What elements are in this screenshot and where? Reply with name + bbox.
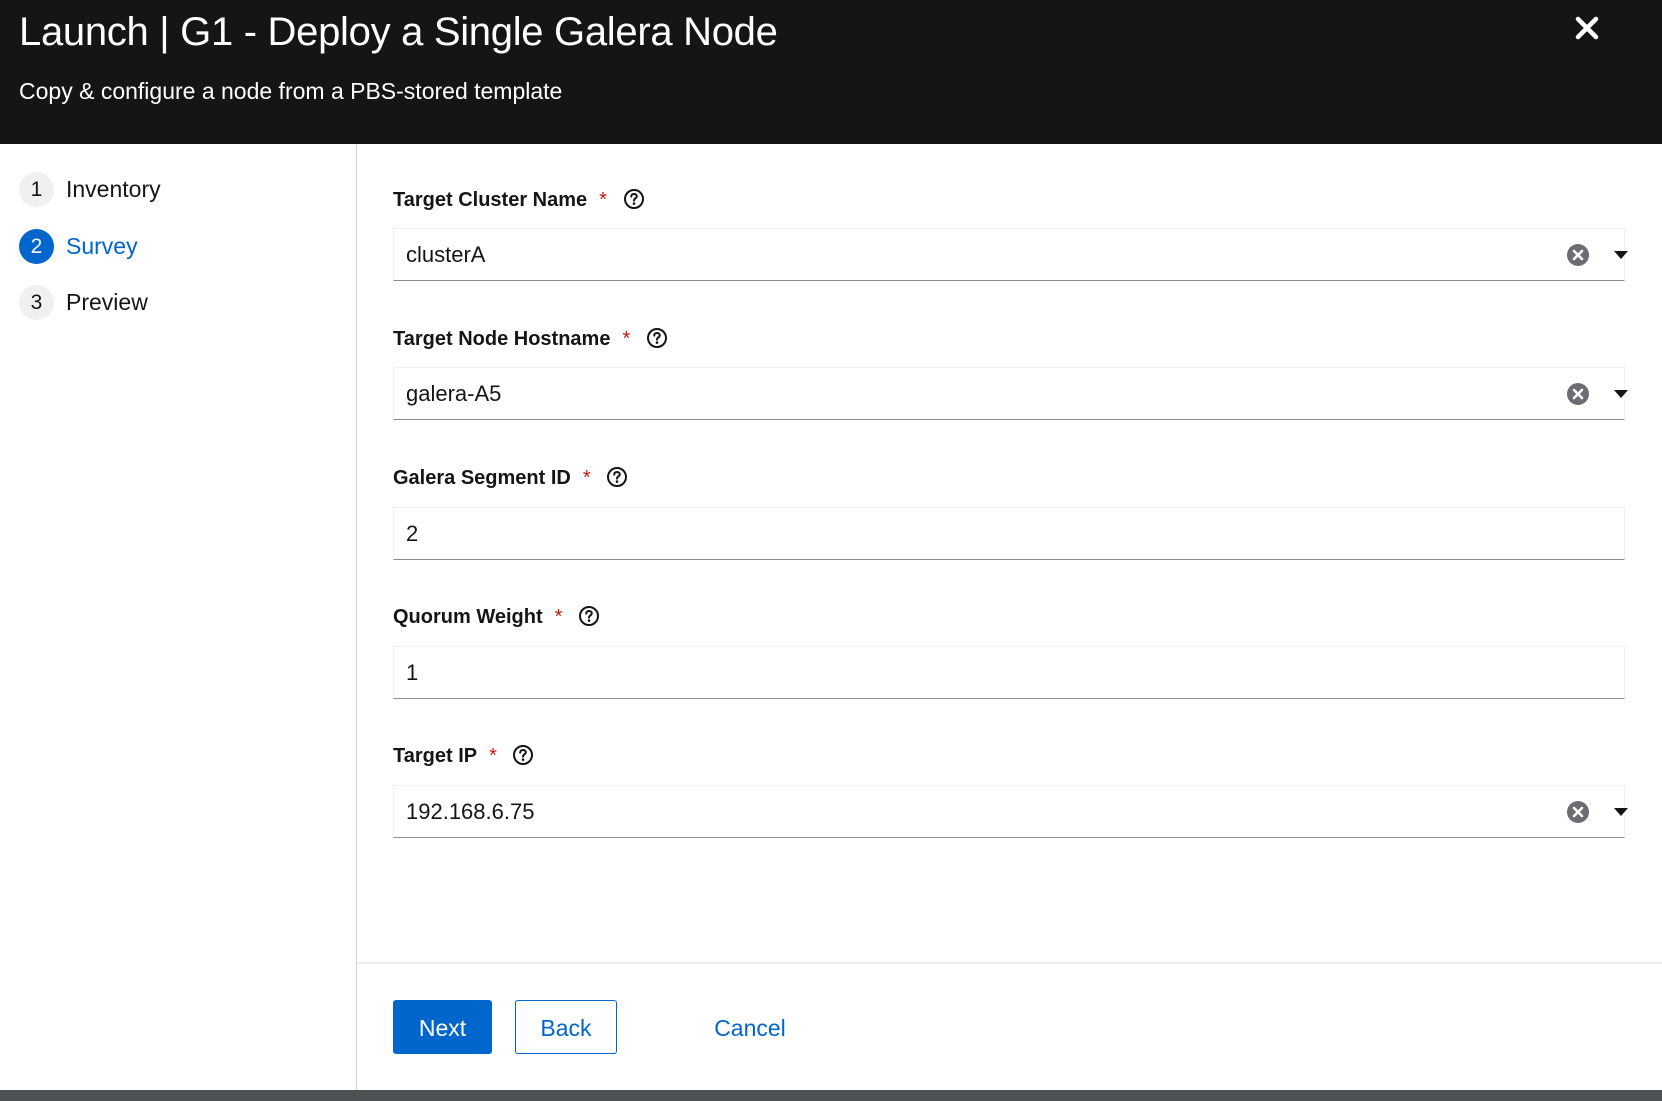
back-button[interactable]: Back	[515, 1000, 617, 1054]
help-icon[interactable]	[512, 744, 534, 766]
target-ip-label: Target IP *	[393, 741, 534, 771]
caret-down-icon[interactable]	[1612, 246, 1630, 264]
survey-form: Target Cluster Name * clusterA Target Nod…	[358, 144, 1662, 964]
help-icon[interactable]	[623, 188, 645, 210]
clear-icon[interactable]	[1566, 382, 1590, 406]
help-icon[interactable]	[606, 466, 628, 488]
footer-divider	[358, 962, 1662, 964]
wizard-step-preview[interactable]: 3 Preview	[19, 285, 339, 321]
step-label: Preview	[66, 289, 148, 315]
input-value: 2	[406, 521, 419, 546]
clear-icon[interactable]	[1566, 243, 1590, 267]
target-ip-select[interactable]: 192.168.6.75	[393, 785, 1628, 838]
bottom-border	[0, 1090, 1662, 1101]
caret-down-icon[interactable]	[1612, 803, 1630, 821]
quorum-weight-label: Quorum Weight *	[393, 602, 600, 632]
quorum-weight-input[interactable]: 1	[393, 646, 1625, 699]
galera-segment-id-label: Galera Segment ID *	[393, 463, 628, 493]
select-value: 192.168.6.75	[406, 799, 535, 824]
close-icon[interactable]	[1572, 13, 1602, 43]
wizard-step-survey[interactable]: 2 Survey	[19, 229, 339, 265]
step-number: 3	[19, 285, 54, 320]
caret-down-icon[interactable]	[1612, 385, 1630, 403]
wizard-step-inventory[interactable]: 1 Inventory	[19, 172, 339, 208]
target-cluster-name-select[interactable]: clusterA	[393, 228, 1628, 281]
target-cluster-name-label: Target Cluster Name *	[393, 185, 645, 215]
cancel-button[interactable]: Cancel	[700, 1000, 800, 1054]
step-label: Survey	[66, 233, 138, 259]
modal-subtitle: Copy & configure a node from a PBS-store…	[19, 78, 563, 104]
modal-header: Launch | G1 - Deploy a Single Galera Nod…	[0, 0, 1662, 144]
required-marker: *	[622, 328, 631, 350]
modal-title: Launch | G1 - Deploy a Single Galera Nod…	[19, 10, 778, 54]
next-button[interactable]: Next	[393, 1000, 492, 1054]
help-icon[interactable]	[646, 327, 668, 349]
target-node-hostname-label: Target Node Hostname *	[393, 324, 668, 354]
galera-segment-id-input[interactable]: 2	[393, 507, 1625, 560]
input-value: 1	[406, 660, 419, 685]
wizard-nav: 1 Inventory 2 Survey 3 Preview	[0, 144, 357, 1090]
required-marker: *	[599, 189, 607, 211]
clear-icon[interactable]	[1566, 800, 1590, 824]
required-marker: *	[489, 745, 497, 767]
select-value: galera-A5	[406, 381, 502, 406]
step-number: 1	[19, 172, 54, 207]
required-marker: *	[582, 467, 591, 489]
select-value: clusterA	[406, 242, 486, 267]
step-label: Inventory	[66, 176, 161, 202]
target-node-hostname-select[interactable]: galera-A5	[393, 367, 1628, 420]
help-icon[interactable]	[578, 605, 600, 627]
step-number: 2	[19, 229, 54, 264]
required-marker: *	[554, 606, 563, 628]
